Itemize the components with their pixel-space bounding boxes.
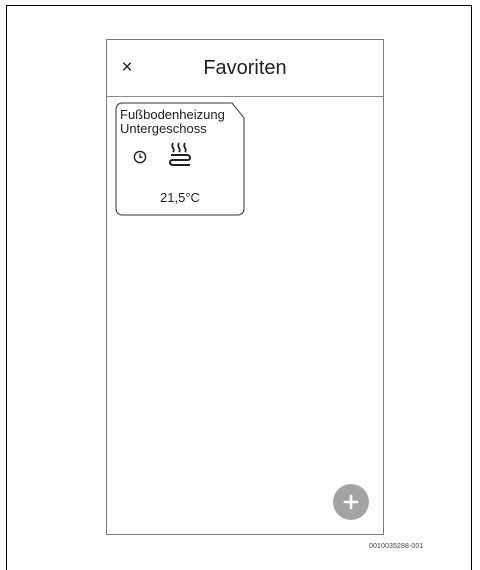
floor-heating-icon: [169, 142, 191, 166]
favorite-tile[interactable]: Fußbodenheizung Untergeschoss 21,5°C: [115, 102, 245, 216]
app-header: × Favoriten: [107, 40, 383, 97]
page-title: Favoriten: [203, 57, 287, 79]
plus-icon: [343, 494, 359, 510]
document-id: 0010035288-001: [369, 543, 424, 550]
add-favorite-button[interactable]: [333, 484, 369, 520]
tile-name-line1: Fußbodenheizung: [120, 107, 225, 122]
tile-name-line2: Untergeschoss: [120, 121, 207, 136]
tile-name: Fußbodenheizung Untergeschoss: [120, 108, 238, 136]
tile-temperature: 21,5°C: [160, 190, 200, 205]
phone-screen: × Favoriten Fußbodenheizung Untergeschos…: [106, 39, 384, 535]
clock-icon: [133, 150, 147, 164]
